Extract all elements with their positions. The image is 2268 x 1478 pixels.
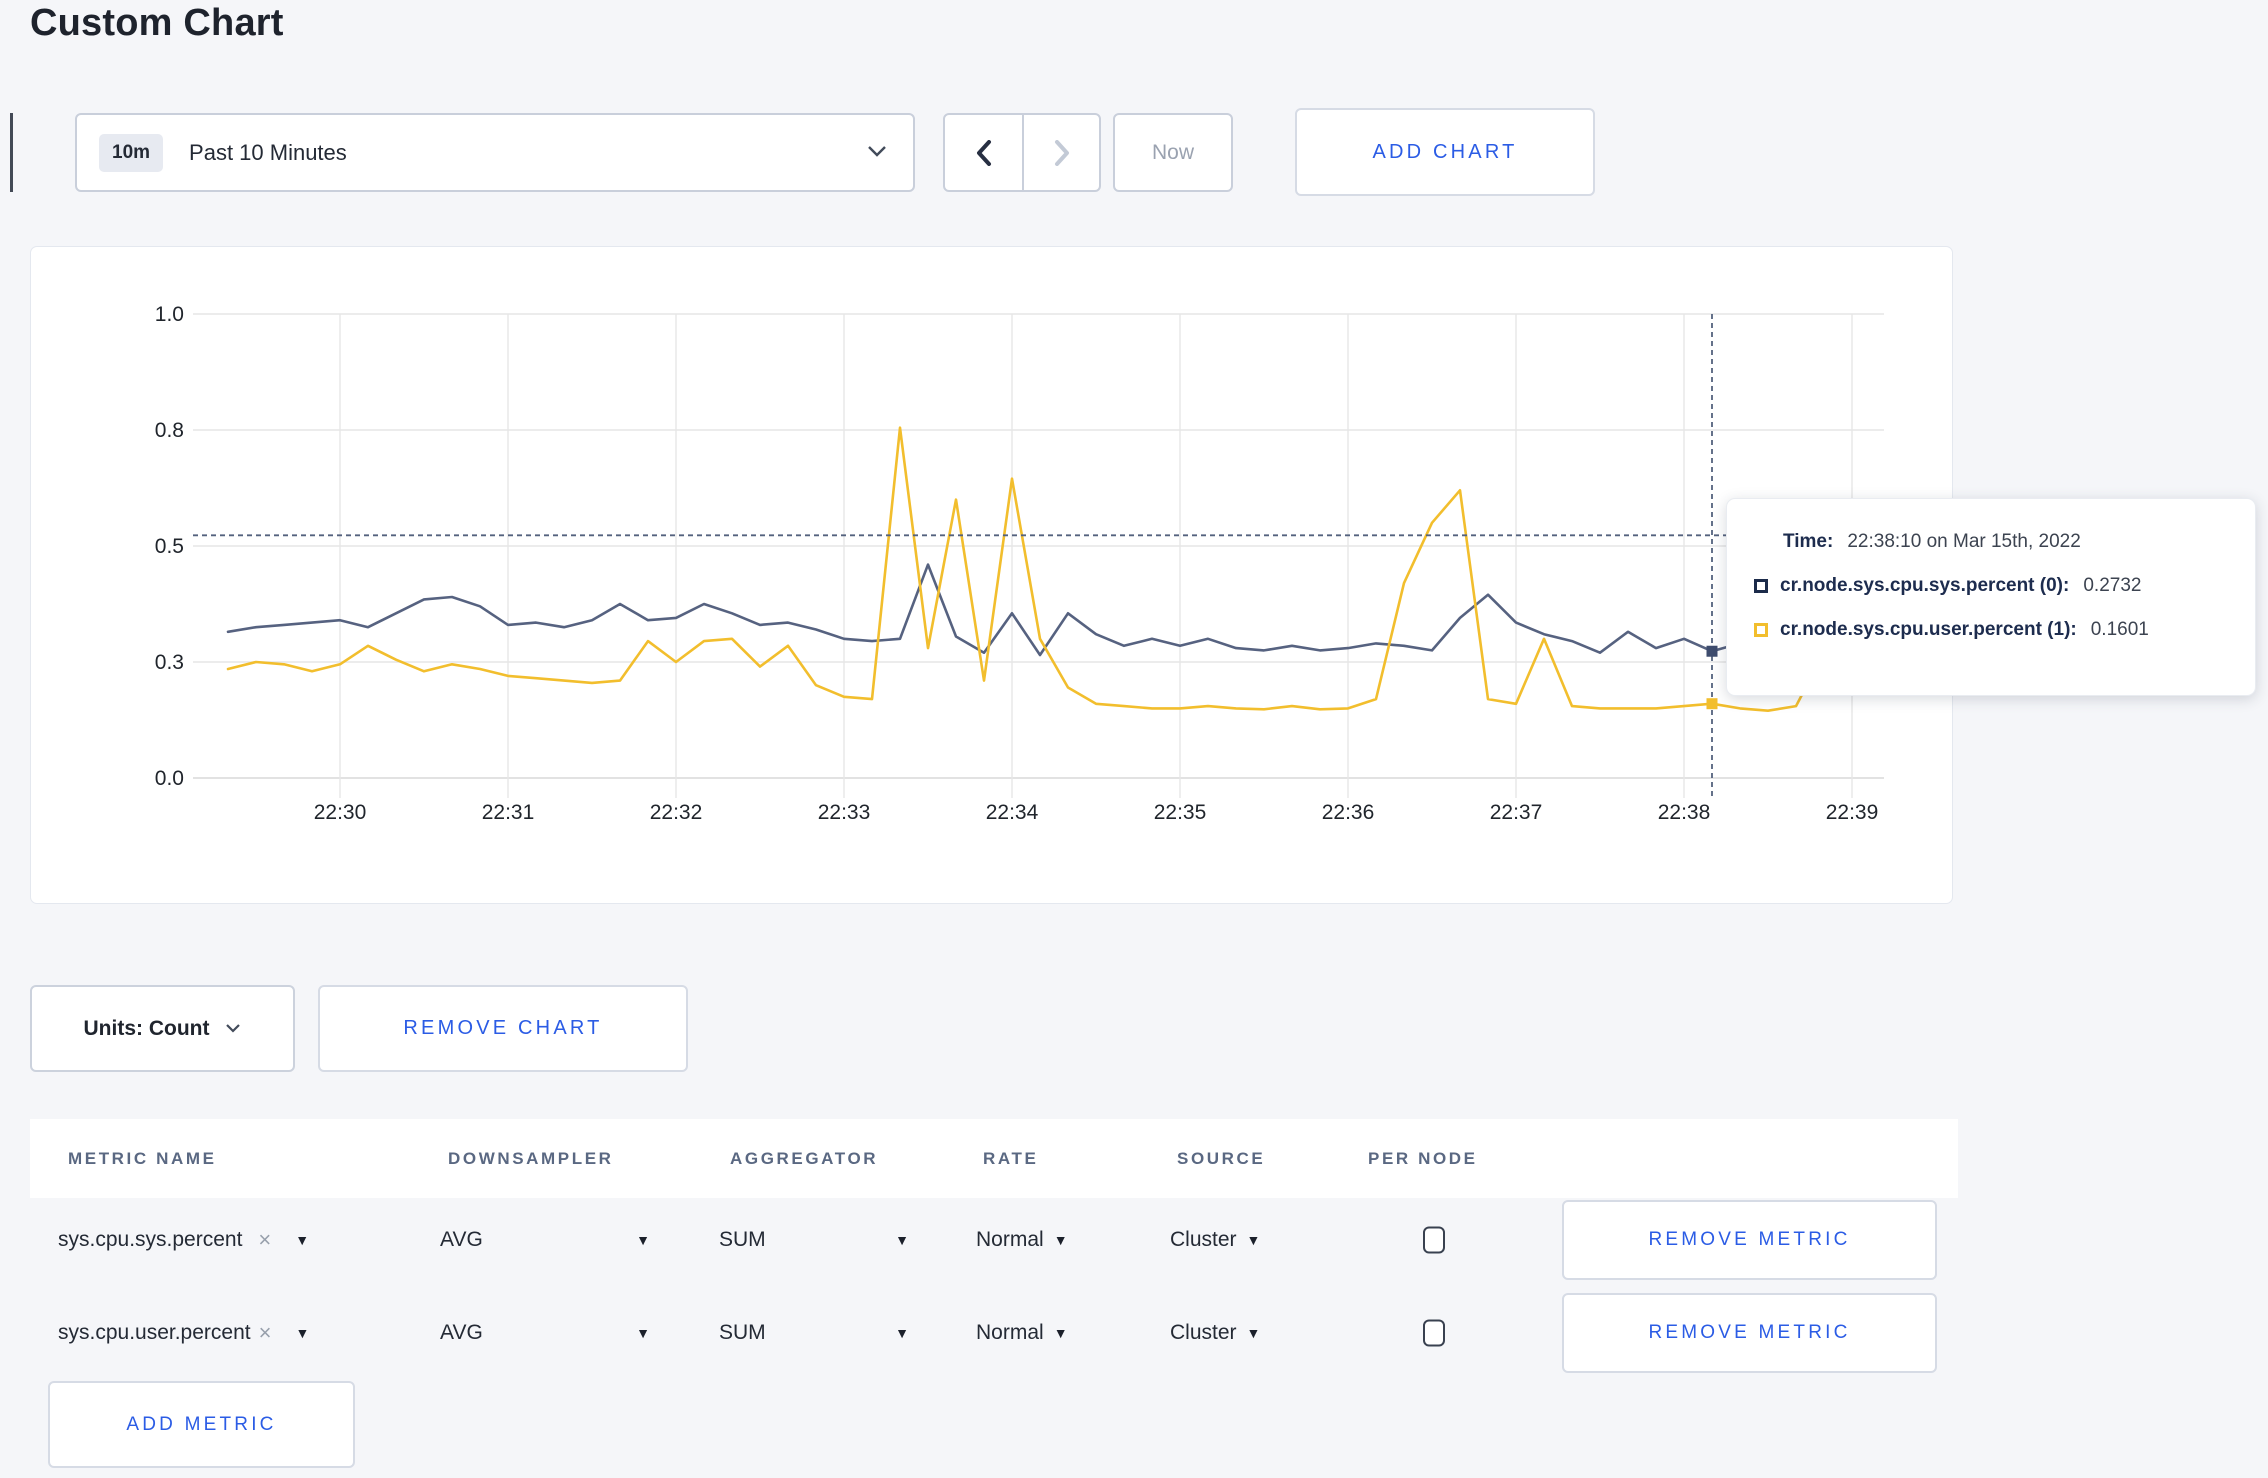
svg-text:22:31: 22:31 bbox=[482, 801, 535, 824]
metrics-table-header: METRIC NAME DOWNSAMPLER AGGREGATOR RATE … bbox=[30, 1119, 1958, 1198]
rate-value: Normal bbox=[976, 1228, 1044, 1251]
add-chart-button[interactable]: ADD CHART bbox=[1295, 108, 1595, 196]
metric-name-value: sys.cpu.user.percent bbox=[58, 1321, 251, 1344]
metric-name-select[interactable]: sys.cpu.sys.percent × ▼ bbox=[58, 1227, 309, 1253]
series-swatch-user bbox=[1754, 623, 1768, 637]
caret-down-icon: ▼ bbox=[895, 1325, 909, 1341]
svg-text:22:36: 22:36 bbox=[1322, 801, 1375, 824]
aggregator-select[interactable]: SUM ▼ bbox=[719, 1321, 909, 1345]
metric-name-select[interactable]: sys.cpu.user.percent × ▼ bbox=[58, 1320, 309, 1346]
prev-time-button[interactable] bbox=[945, 115, 1022, 190]
downsampler-value: AVG bbox=[440, 1228, 483, 1251]
svg-text:22:38: 22:38 bbox=[1658, 801, 1711, 824]
col-header-source: SOURCE bbox=[1177, 1148, 1266, 1168]
svg-text:22:39: 22:39 bbox=[1826, 801, 1879, 824]
caret-down-icon: ▼ bbox=[1246, 1232, 1261, 1248]
remove-metric-label: REMOVE METRIC bbox=[1648, 1229, 1851, 1250]
remove-chart-button[interactable]: REMOVE CHART bbox=[318, 985, 688, 1072]
metric-row: sys.cpu.user.percent × ▼ AVG ▼ SUM ▼ Nor… bbox=[0, 1288, 2268, 1378]
col-header-aggregator: AGGREGATOR bbox=[730, 1148, 879, 1168]
aggregator-value: SUM bbox=[719, 1321, 766, 1344]
tooltip-series-value: 0.1601 bbox=[2090, 619, 2149, 640]
per-node-checkbox[interactable] bbox=[1423, 1319, 1445, 1347]
caret-down-icon: ▼ bbox=[1053, 1325, 1068, 1341]
downsampler-select[interactable]: AVG ▼ bbox=[440, 1228, 650, 1252]
rate-select[interactable]: Normal ▼ bbox=[976, 1228, 1068, 1252]
aggregator-value: SUM bbox=[719, 1228, 766, 1251]
svg-text:0.8: 0.8 bbox=[155, 419, 184, 442]
metric-name-value: sys.cpu.sys.percent bbox=[58, 1228, 243, 1251]
now-button[interactable]: Now bbox=[1113, 113, 1233, 192]
timeseries-chart[interactable]: 0.0 0.3 0.5 0.8 1.0 22:30 22:31 22:32 22:33 22:34… bbox=[31, 247, 1952, 903]
metric-row: sys.cpu.sys.percent × ▼ AVG ▼ SUM ▼ Norm… bbox=[0, 1195, 2268, 1285]
series-swatch-sys bbox=[1754, 579, 1768, 593]
time-nav-arrows bbox=[943, 113, 1101, 192]
remove-metric-button[interactable]: REMOVE METRIC bbox=[1562, 1293, 1937, 1373]
tooltip-series-label: cr.node.sys.cpu.user.percent (1): bbox=[1780, 619, 2077, 640]
svg-text:22:34: 22:34 bbox=[986, 801, 1039, 824]
chevron-down-icon bbox=[867, 144, 887, 162]
source-select[interactable]: Cluster ▼ bbox=[1170, 1228, 1260, 1252]
rate-value: Normal bbox=[976, 1321, 1044, 1344]
caret-down-icon: ▼ bbox=[295, 1325, 310, 1341]
add-chart-label: ADD CHART bbox=[1372, 140, 1518, 163]
col-header-metric-name: METRIC NAME bbox=[68, 1148, 217, 1168]
downsampler-value: AVG bbox=[440, 1321, 483, 1344]
col-header-downsampler: DOWNSAMPLER bbox=[448, 1148, 614, 1168]
page-title: Custom Chart bbox=[30, 2, 284, 44]
chart-hover-tooltip: Time: 22:38:10 on Mar 15th, 2022 cr.node… bbox=[1726, 498, 2256, 696]
svg-text:22:37: 22:37 bbox=[1490, 801, 1543, 824]
per-node-checkbox[interactable] bbox=[1423, 1226, 1445, 1254]
source-value: Cluster bbox=[1170, 1228, 1237, 1251]
svg-text:0.0: 0.0 bbox=[155, 767, 184, 790]
tooltip-series-value: 0.2732 bbox=[2083, 575, 2142, 596]
units-label: Units: Count bbox=[83, 1016, 210, 1040]
svg-text:22:33: 22:33 bbox=[818, 801, 871, 824]
caret-down-icon: ▼ bbox=[895, 1232, 909, 1248]
svg-text:0.3: 0.3 bbox=[155, 651, 184, 674]
clear-metric-icon[interactable]: × bbox=[259, 1320, 272, 1346]
chart-card: 0.0 0.3 0.5 0.8 1.0 22:30 22:31 22:32 22:33 22:34… bbox=[30, 246, 1953, 904]
source-select[interactable]: Cluster ▼ bbox=[1170, 1321, 1260, 1345]
tooltip-series-label: cr.node.sys.cpu.sys.percent (0): bbox=[1780, 575, 2070, 596]
col-header-rate: RATE bbox=[983, 1148, 1039, 1168]
col-header-per-node: PER NODE bbox=[1368, 1148, 1478, 1168]
tooltip-time-value: 22:38:10 on Mar 15th, 2022 bbox=[1847, 531, 2081, 552]
caret-down-icon: ▼ bbox=[636, 1232, 650, 1248]
remove-chart-label: REMOVE CHART bbox=[403, 1017, 603, 1039]
tooltip-time-label: Time: bbox=[1783, 531, 1834, 552]
toolbar-divider bbox=[10, 113, 13, 192]
time-range-select[interactable]: 10m Past 10 Minutes bbox=[75, 113, 915, 192]
chevron-left-icon bbox=[976, 139, 991, 166]
clear-metric-icon[interactable]: × bbox=[258, 1227, 271, 1253]
caret-down-icon: ▼ bbox=[1053, 1232, 1068, 1248]
svg-text:22:32: 22:32 bbox=[650, 801, 703, 824]
caret-down-icon: ▼ bbox=[636, 1325, 650, 1341]
time-range-badge: 10m bbox=[99, 133, 164, 172]
rate-select[interactable]: Normal ▼ bbox=[976, 1321, 1068, 1345]
remove-metric-label: REMOVE METRIC bbox=[1648, 1322, 1851, 1343]
chevron-right-icon bbox=[1054, 139, 1069, 166]
next-time-button[interactable] bbox=[1022, 115, 1099, 190]
chevron-down-icon bbox=[225, 1020, 241, 1038]
source-value: Cluster bbox=[1170, 1321, 1237, 1344]
caret-down-icon: ▼ bbox=[1246, 1325, 1261, 1341]
svg-text:0.5: 0.5 bbox=[155, 535, 184, 558]
add-metric-label: ADD METRIC bbox=[126, 1413, 277, 1435]
aggregator-select[interactable]: SUM ▼ bbox=[719, 1228, 909, 1252]
svg-text:1.0: 1.0 bbox=[155, 303, 184, 326]
time-range-label: Past 10 Minutes bbox=[189, 139, 347, 165]
downsampler-select[interactable]: AVG ▼ bbox=[440, 1321, 650, 1345]
svg-text:22:30: 22:30 bbox=[314, 801, 367, 824]
remove-metric-button[interactable]: REMOVE METRIC bbox=[1562, 1200, 1937, 1280]
caret-down-icon: ▼ bbox=[295, 1232, 310, 1248]
units-select[interactable]: Units: Count bbox=[30, 985, 295, 1072]
svg-text:22:35: 22:35 bbox=[1154, 801, 1207, 824]
add-metric-button[interactable]: ADD METRIC bbox=[48, 1381, 355, 1468]
